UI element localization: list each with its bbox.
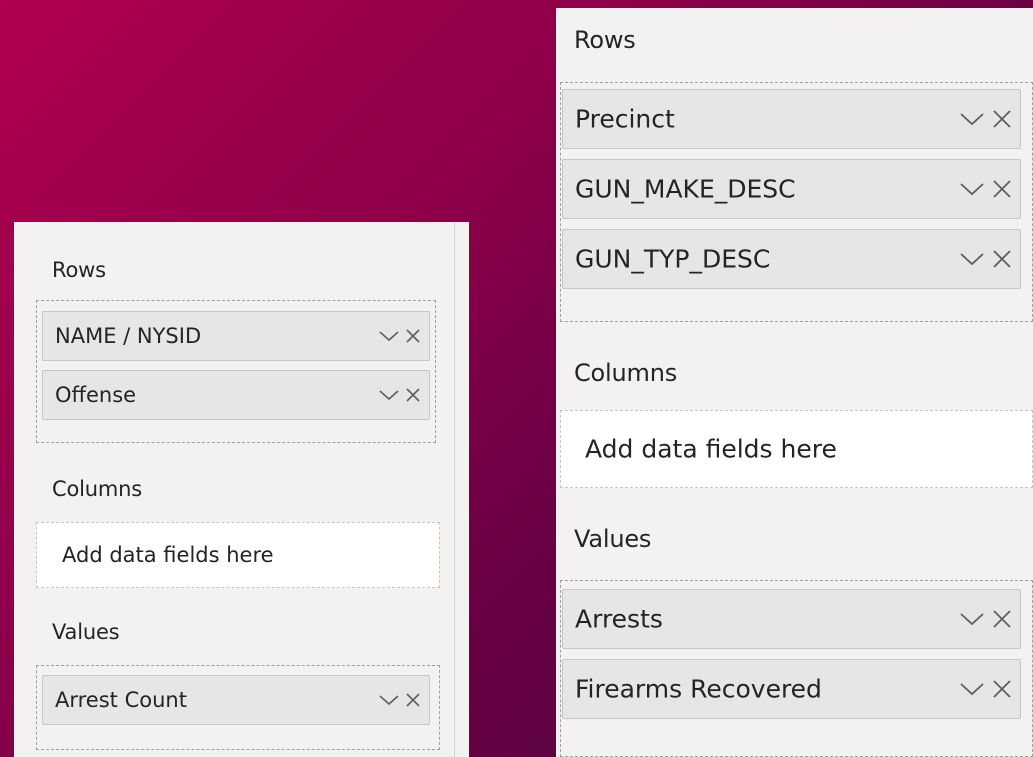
field-name: Offense xyxy=(55,383,137,407)
pane-edge xyxy=(454,222,469,757)
close-icon[interactable] xyxy=(405,387,421,403)
values-field-arrests[interactable]: Arrests xyxy=(562,589,1021,649)
rows-label: Rows xyxy=(52,258,106,282)
chevron-down-icon[interactable] xyxy=(960,682,984,696)
columns-label: Columns xyxy=(574,359,678,387)
rows-field-name-nysid[interactable]: NAME / NYSID xyxy=(42,311,430,361)
field-wells-pane-left: Rows NAME / NYSID Offense Columns Add da… xyxy=(14,222,469,757)
values-label: Values xyxy=(574,525,652,553)
close-icon[interactable] xyxy=(992,249,1012,269)
chevron-down-icon[interactable] xyxy=(960,112,984,126)
chevron-down-icon[interactable] xyxy=(379,694,399,706)
close-icon[interactable] xyxy=(405,328,421,344)
rows-label: Rows xyxy=(574,26,636,54)
chevron-down-icon[interactable] xyxy=(960,252,984,266)
field-name: Arrests xyxy=(575,604,663,634)
field-actions xyxy=(960,109,1012,129)
field-actions xyxy=(379,692,421,708)
rows-field-gun-typ-desc[interactable]: GUN_TYP_DESC xyxy=(562,229,1021,289)
columns-placeholder: Add data fields here xyxy=(62,543,274,567)
chevron-down-icon[interactable] xyxy=(960,612,984,626)
field-name: NAME / NYSID xyxy=(55,324,202,348)
columns-label: Columns xyxy=(52,477,142,501)
columns-well[interactable]: Add data fields here xyxy=(560,410,1033,488)
field-wells-pane-right: Rows Precinct GUN_MAKE_DESC GUN_TYP_DESC xyxy=(556,8,1033,757)
columns-well[interactable]: Add data fields here xyxy=(36,522,440,588)
values-field-firearms-recovered[interactable]: Firearms Recovered xyxy=(562,659,1021,719)
field-actions xyxy=(379,387,421,403)
close-icon[interactable] xyxy=(992,179,1012,199)
field-name: Precinct xyxy=(575,104,675,134)
rows-field-gun-make-desc[interactable]: GUN_MAKE_DESC xyxy=(562,159,1021,219)
field-name: Firearms Recovered xyxy=(575,674,822,704)
field-actions xyxy=(960,609,1012,629)
field-actions xyxy=(379,328,421,344)
field-name: GUN_MAKE_DESC xyxy=(575,174,796,204)
close-icon[interactable] xyxy=(992,109,1012,129)
rows-field-offense[interactable]: Offense xyxy=(42,370,430,420)
field-actions xyxy=(960,679,1012,699)
columns-placeholder: Add data fields here xyxy=(585,434,837,464)
field-actions xyxy=(960,179,1012,199)
field-name: Arrest Count xyxy=(55,688,187,712)
rows-field-precinct[interactable]: Precinct xyxy=(562,89,1021,149)
values-label: Values xyxy=(52,620,120,644)
field-name: GUN_TYP_DESC xyxy=(575,244,771,274)
chevron-down-icon[interactable] xyxy=(379,330,399,342)
close-icon[interactable] xyxy=(992,679,1012,699)
close-icon[interactable] xyxy=(405,692,421,708)
chevron-down-icon[interactable] xyxy=(379,389,399,401)
field-actions xyxy=(960,249,1012,269)
chevron-down-icon[interactable] xyxy=(960,182,984,196)
values-field-arrest-count[interactable]: Arrest Count xyxy=(42,675,430,725)
close-icon[interactable] xyxy=(992,609,1012,629)
